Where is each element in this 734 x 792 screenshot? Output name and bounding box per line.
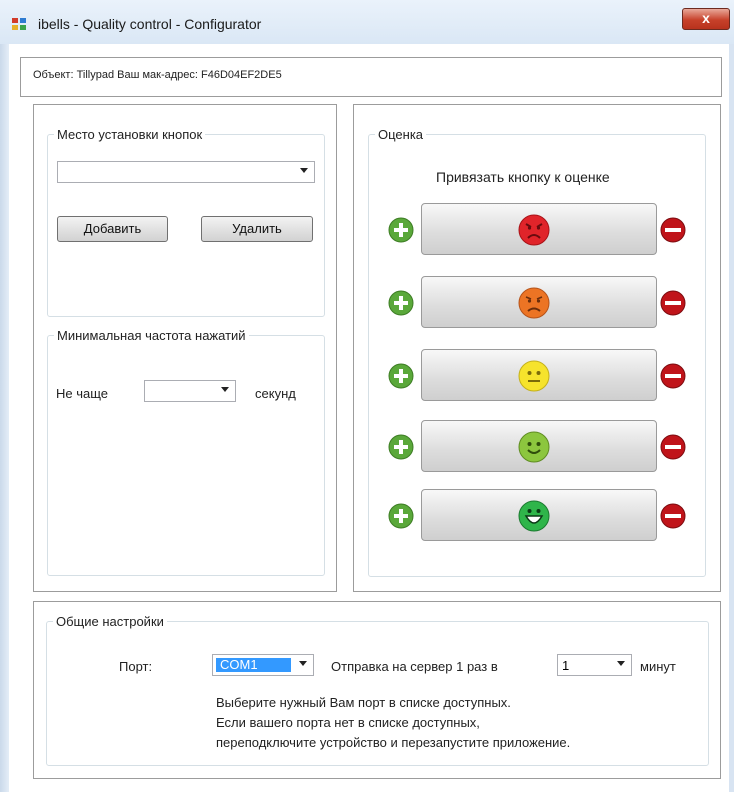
angry-face-icon [518, 287, 550, 319]
plus-icon[interactable] [388, 503, 414, 529]
chevron-down-icon [299, 661, 307, 666]
minus-icon[interactable] [660, 290, 686, 316]
port-hint-line-3: переподключите устройство и перезапустит… [216, 735, 571, 750]
minus-icon[interactable] [660, 363, 686, 389]
port-hint-line-1: Выберите нужный Вам порт в списке доступ… [216, 695, 511, 710]
very-angry-face-icon [518, 214, 550, 246]
min-frequency-group: Минимальная частота нажатий [47, 328, 325, 576]
port-combo-value: COM1 [216, 658, 291, 672]
seconds-label: секунд [255, 386, 296, 401]
not-more-often-label: Не чаще [56, 386, 109, 401]
rating-button-3[interactable] [421, 349, 657, 401]
big-smile-face-icon [518, 500, 550, 532]
plus-icon[interactable] [388, 434, 414, 460]
port-hint-line-2: Если вашего порта нет в списке доступных… [216, 715, 480, 730]
rating-button-5[interactable] [421, 489, 657, 541]
chevron-down-icon [221, 387, 229, 392]
minus-icon[interactable] [660, 503, 686, 529]
rating-button-1[interactable] [421, 203, 657, 255]
close-button[interactable]: x [682, 8, 730, 30]
window-title: ibells - Quality control - Configurator [38, 16, 262, 32]
rating-button-2[interactable] [421, 276, 657, 328]
general-settings-panel: Общие настройки [33, 601, 721, 779]
info-panel: Объект: Tillypad Ваш мак-адрес: F46D04EF… [20, 57, 722, 97]
minutes-label: минут [640, 659, 676, 674]
chevron-down-icon [300, 168, 308, 173]
delete-button[interactable]: Удалить [201, 216, 313, 242]
port-combo[interactable]: COM1 [212, 654, 314, 676]
send-to-server-label: Отправка на сервер 1 раз в [331, 659, 498, 674]
object-mac-info: Объект: Tillypad Ваш мак-адрес: F46D04EF… [33, 69, 282, 81]
left-settings-panel: Место установки кнопок Добавить Удалить … [33, 104, 337, 592]
min-frequency-legend: Минимальная частота нажатий [57, 328, 246, 343]
app-icon [12, 18, 28, 32]
smile-face-icon [518, 431, 550, 463]
bind-button-title: Привязать кнопку к оценке [436, 169, 610, 185]
port-label: Порт: [119, 659, 153, 674]
plus-icon[interactable] [388, 290, 414, 316]
interval-combo-value: 1 [562, 658, 570, 673]
plus-icon[interactable] [388, 217, 414, 243]
frequency-combo[interactable] [144, 380, 236, 402]
interval-combo[interactable]: 1 [557, 654, 632, 676]
window-left-border [0, 44, 9, 792]
minus-icon[interactable] [660, 434, 686, 460]
add-button[interactable]: Добавить [57, 216, 168, 242]
location-combo[interactable] [57, 161, 315, 183]
rating-button-4[interactable] [421, 420, 657, 472]
chevron-down-icon [617, 661, 625, 666]
window-right-border [729, 44, 734, 792]
minus-icon[interactable] [660, 217, 686, 243]
buttons-location-legend: Место установки кнопок [57, 127, 203, 142]
rating-legend: Оценка [378, 127, 424, 142]
general-settings-legend: Общие настройки [56, 614, 164, 629]
neutral-face-icon [518, 360, 550, 392]
title-bar[interactable]: ibells - Quality control - Configurator … [0, 0, 734, 45]
plus-icon[interactable] [388, 363, 414, 389]
